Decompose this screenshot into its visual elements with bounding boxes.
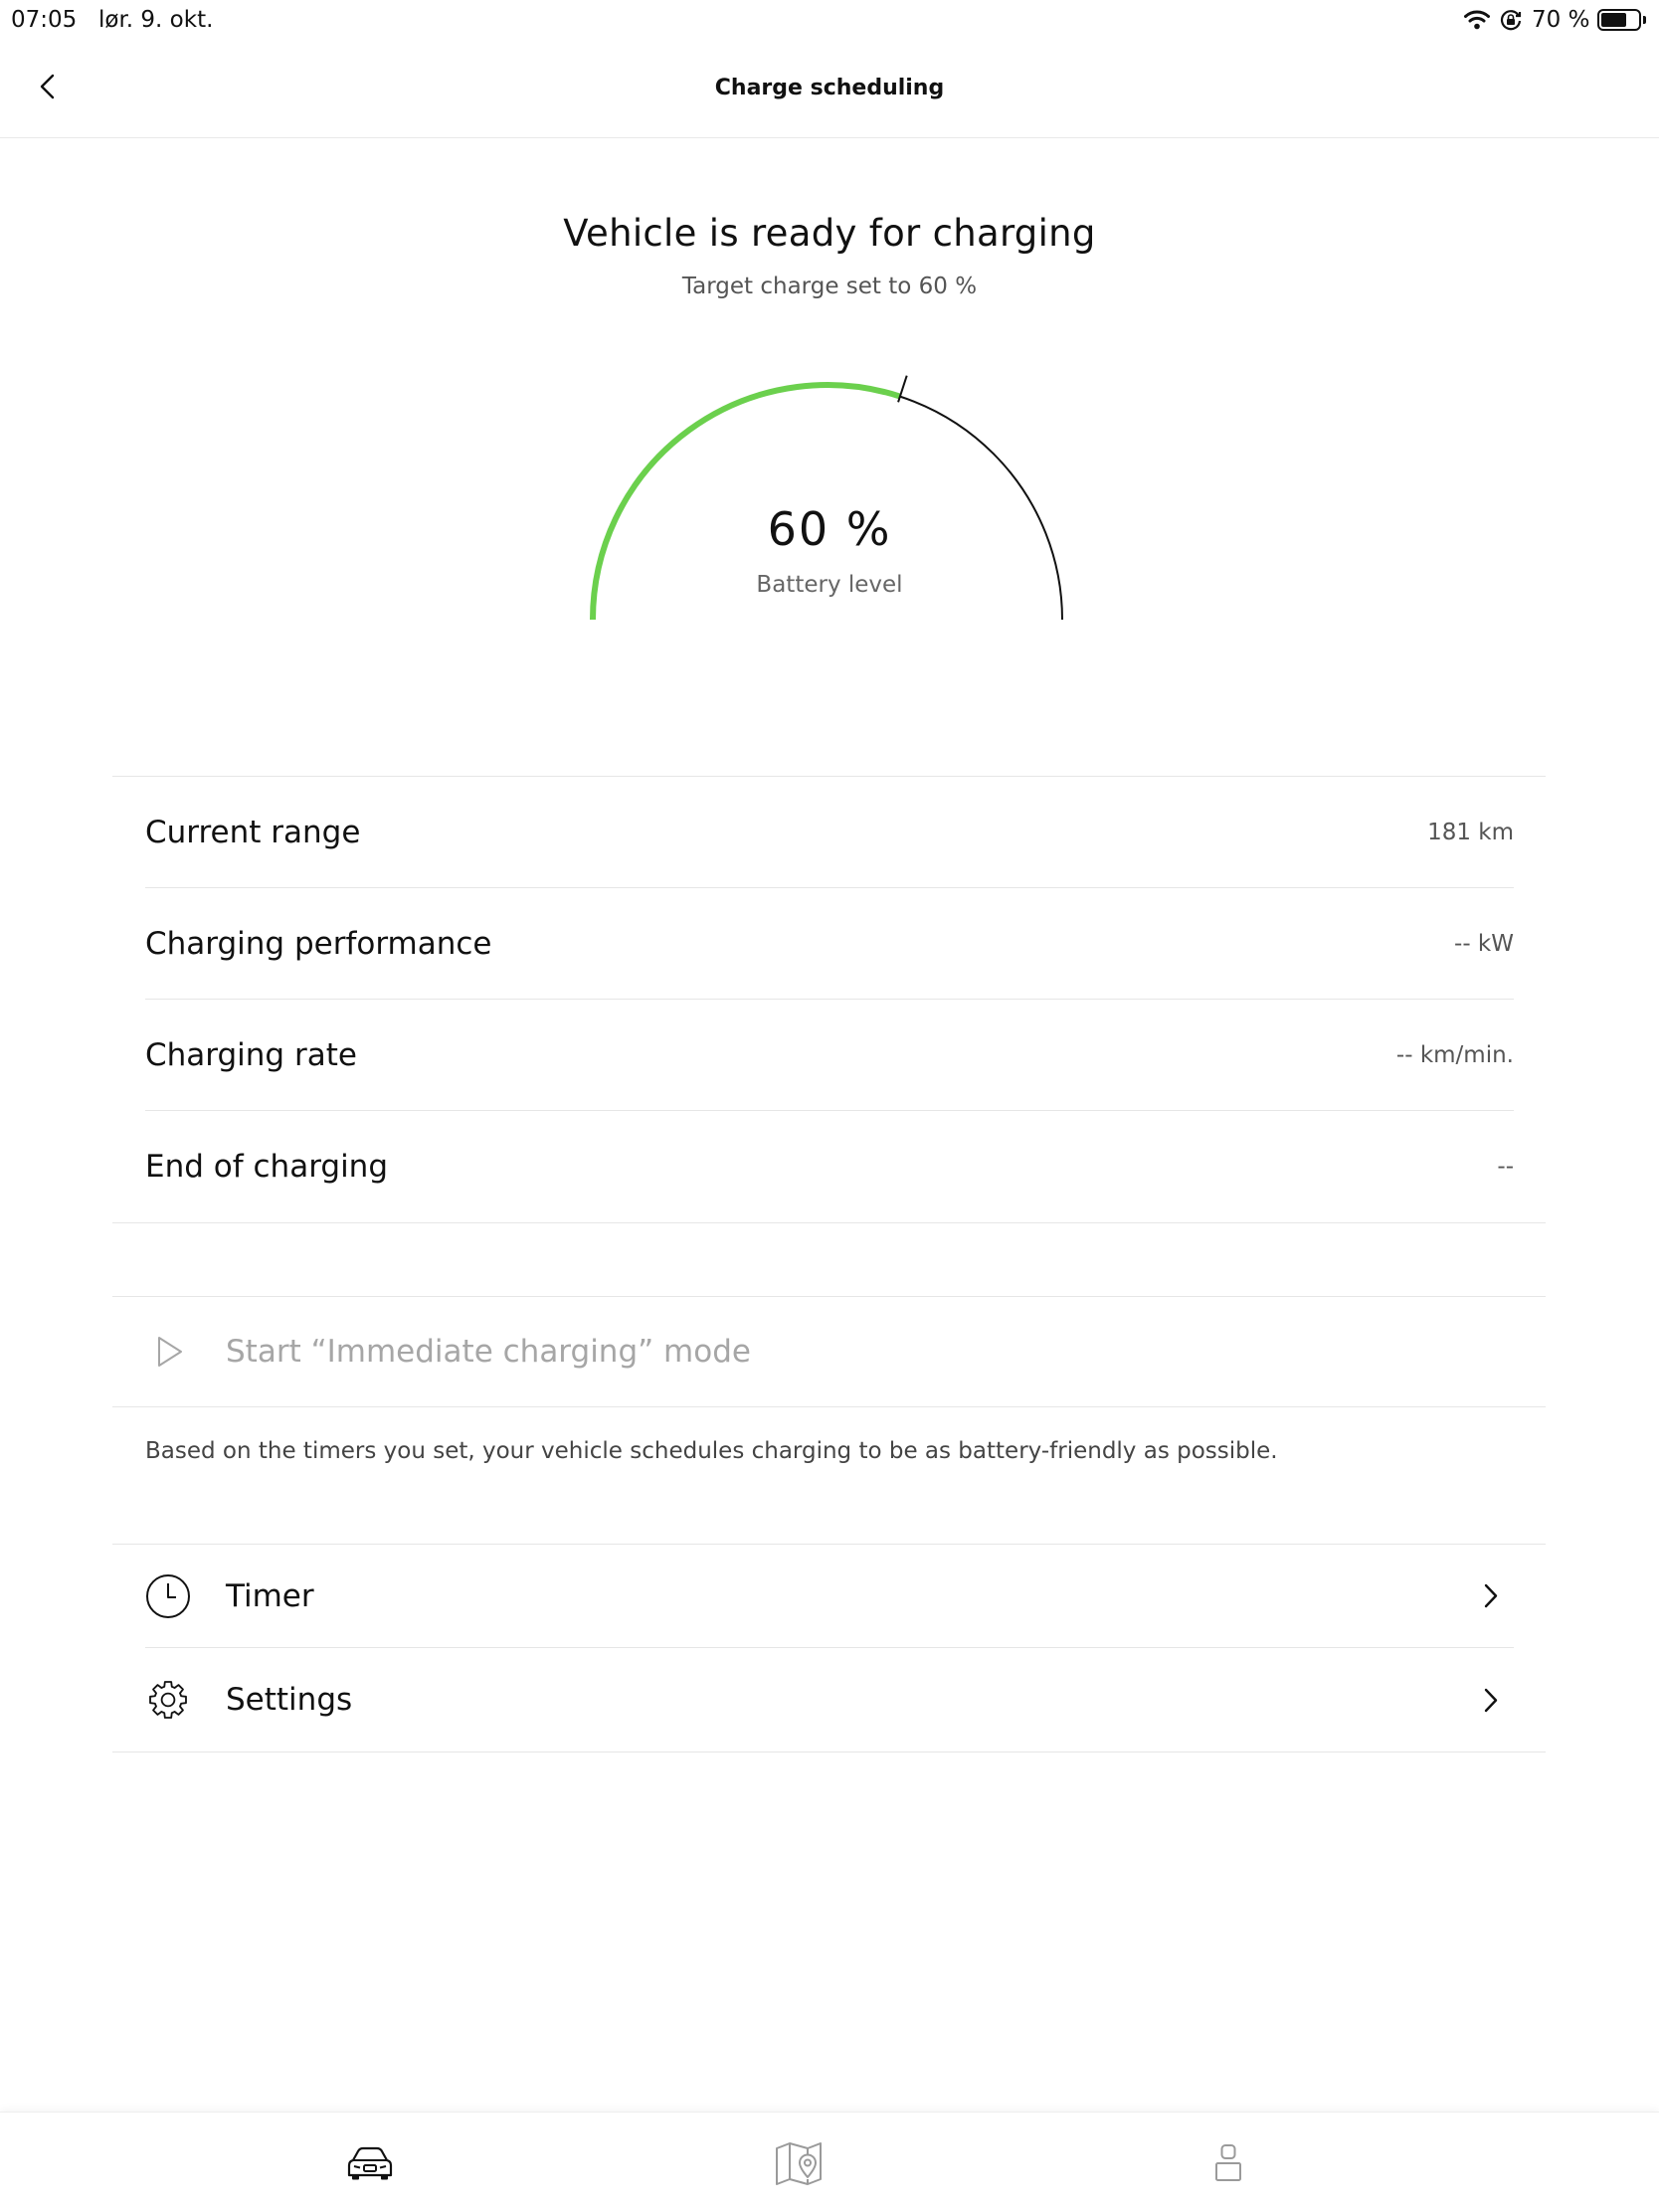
charging-status-title: Vehicle is ready for charging (563, 212, 1096, 255)
detail-value: -- km/min. (1395, 1041, 1514, 1068)
detail-row-charging-rate: Charging rate -- km/min. (145, 1000, 1514, 1111)
page-title: Charge scheduling (714, 76, 945, 100)
charging-details-list: Current range 181 km Charging performanc… (112, 776, 1546, 1223)
car-icon (347, 2146, 393, 2179)
detail-row-end-of-charging: End of charging -- (145, 1111, 1514, 1222)
profile-icon (1215, 2143, 1241, 2181)
map-icon (776, 2141, 822, 2185)
detail-label: Charging performance (145, 925, 492, 962)
battery-percentage: 70 % (1532, 7, 1590, 33)
menu-item-label: Settings (226, 1682, 353, 1718)
immediate-charging-label: Start “Immediate charging” mode (226, 1334, 751, 1370)
charging-menu: Timer Settings (112, 1544, 1546, 1752)
wifi-icon (1463, 8, 1491, 30)
play-icon (156, 1335, 184, 1369)
detail-value: -- (1497, 1154, 1514, 1180)
battery-icon (1597, 9, 1646, 31)
bottom-tab-bar (0, 2112, 1659, 2212)
battery-level-label: Battery level (756, 572, 903, 598)
chevron-right-icon (1483, 1582, 1499, 1609)
charging-description: Based on the timers you set, your vehicl… (145, 1438, 1278, 1464)
target-charge-subtitle: Target charge set to 60 % (681, 274, 978, 299)
chevron-right-icon (1483, 1687, 1499, 1714)
tab-map[interactable] (739, 2113, 858, 2212)
battery-level-value: 60 % (767, 502, 892, 556)
start-immediate-charging-button[interactable]: Start “Immediate charging” mode (112, 1296, 1546, 1407)
detail-row-charging-performance: Charging performance -- kW (145, 888, 1514, 1000)
status-date: lør. 9. okt. (98, 7, 214, 33)
status-time: 07:05 (11, 7, 78, 33)
menu-item-timer[interactable]: Timer (145, 1545, 1514, 1648)
detail-value: 181 km (1427, 819, 1514, 845)
orientation-lock-icon (1499, 8, 1523, 32)
detail-row-current-range: Current range 181 km (145, 777, 1514, 888)
detail-label: Charging rate (145, 1036, 357, 1073)
tab-vehicle[interactable] (310, 2113, 430, 2212)
detail-label: End of charging (145, 1149, 389, 1185)
battery-fill (1601, 13, 1627, 27)
gear-icon (145, 1677, 191, 1723)
clock-icon (145, 1573, 191, 1619)
battery-nub (1643, 16, 1646, 24)
menu-item-label: Timer (226, 1577, 314, 1614)
menu-item-settings[interactable]: Settings (145, 1648, 1514, 1751)
detail-value: -- kW (1454, 930, 1514, 957)
nav-header: Charge scheduling (0, 40, 1659, 138)
detail-label: Current range (145, 814, 361, 850)
tab-profile[interactable] (1169, 2113, 1288, 2212)
